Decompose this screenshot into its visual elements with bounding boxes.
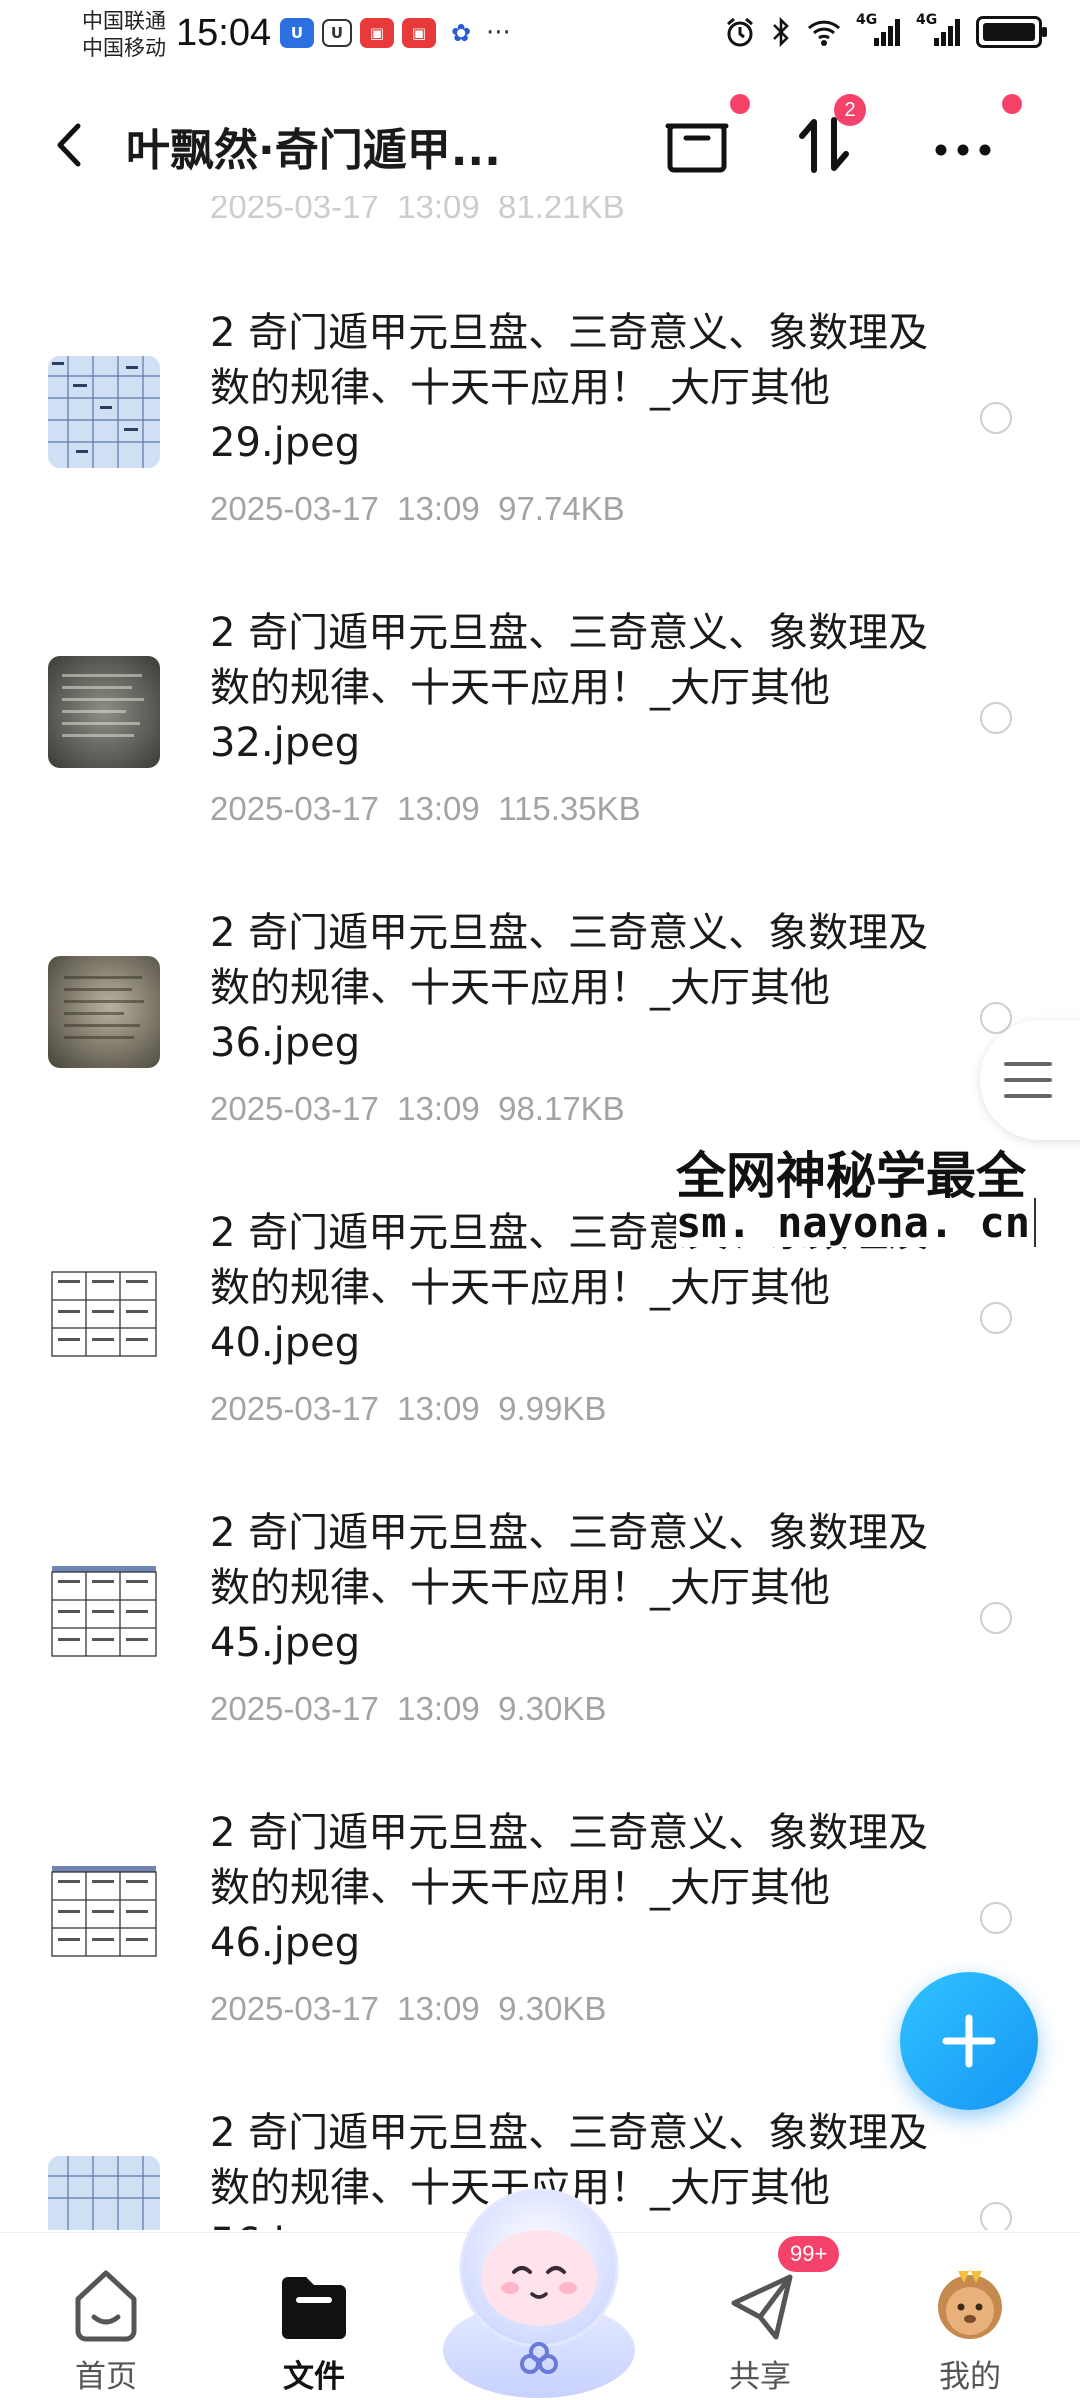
more-options-button[interactable] (926, 94, 1022, 182)
file-name: 2 奇门遁甲元旦盘、三奇意义、象数理及数的规律、十天干应用！_大厅其他29.jp… (210, 310, 929, 466)
select-radio[interactable] (980, 1302, 1012, 1334)
transfer-button[interactable]: 2 (788, 94, 866, 182)
menu-lines-icon (1004, 1062, 1052, 1098)
wifi-icon (807, 20, 841, 46)
baidu-icon: ✿ (444, 18, 478, 48)
file-list-item[interactable]: 2 奇门遁甲元旦盘、三奇意义、象数理及数的规律、十天干应用！_大厅其他40.jp… (0, 1206, 1080, 1506)
image-thumbnail-icon (48, 956, 160, 1068)
huawei-icon: ▣ (360, 18, 394, 48)
select-radio[interactable] (980, 702, 1012, 734)
partial-file-meta: 2025-03-17 13:09 81.21KB (210, 196, 625, 225)
folder-icon (282, 2277, 346, 2339)
carrier-1: 中国联通 (82, 9, 166, 33)
system-icons: 4G 4G (724, 12, 1047, 48)
select-radio[interactable] (980, 2202, 1012, 2230)
notification-icons: U U ▣ ▣ ✿ ··· (280, 18, 511, 48)
nav-profile[interactable]: 我的 (900, 2259, 1040, 2395)
nav-share[interactable]: 共享 (690, 2259, 830, 2395)
more-notifications-icon: ··· (486, 18, 511, 48)
file-name: 2 奇门遁甲元旦盘、三奇意义、象数理及数的规律、十天干应用！_大厅其他45.jp… (210, 1510, 929, 1666)
alarm-icon (727, 17, 753, 47)
watermark-url: sm. nayona. cn (676, 1198, 1037, 1247)
add-fab-button[interactable] (900, 1972, 1038, 2110)
image-thumbnail-icon (48, 656, 160, 768)
archive-box-icon (665, 123, 729, 173)
file-name: 2 奇门遁甲元旦盘、三奇意义、象数理及数的规律、十天干应用！_大厅其他46.jp… (210, 1810, 929, 1966)
nav-label-home: 首页 (75, 2359, 137, 2395)
signal-icon-1: 4G (856, 12, 902, 48)
file-list-item[interactable]: 2 奇门遁甲元旦盘、三奇意义、象数理及数的规律、十天干应用！_大厅其他45.jp… (0, 1506, 1080, 1806)
file-meta: 2025-03-17 13:09 9.30KB (210, 1990, 607, 2027)
nav-label-files: 文件 (283, 2359, 345, 2395)
profile-avatar-icon (938, 2269, 1002, 2339)
back-button[interactable] (48, 120, 92, 170)
file-thumbnail (48, 356, 160, 468)
file-thumbnail (48, 2156, 160, 2230)
more-red-dot (1002, 94, 1022, 114)
select-radio[interactable] (980, 402, 1012, 434)
plus-icon (942, 2014, 996, 2068)
file-meta: 2025-03-17 13:09 115.35KB (210, 790, 641, 827)
folder-title: 叶飘然·奇门遁甲... (126, 125, 501, 176)
nav-label-share: 共享 (729, 2359, 791, 2395)
signal-icon-2: 4G (916, 12, 962, 48)
assistant-mascot-button[interactable] (432, 2172, 646, 2400)
image-thumbnail-icon (48, 1556, 160, 1668)
status-clock: 15:04 (176, 12, 272, 54)
file-meta: 2025-03-17 13:09 9.99KB (210, 1390, 607, 1427)
file-meta: 2025-03-17 13:09 97.74KB (210, 490, 625, 527)
nav-files[interactable]: 文件 (244, 2259, 384, 2395)
file-meta: 2025-03-17 13:09 9.30KB (210, 1690, 607, 1727)
archive-red-dot (730, 94, 750, 114)
image-thumbnail-icon (48, 1856, 160, 1968)
archive-button[interactable] (660, 94, 750, 182)
chevron-left-icon (57, 123, 81, 167)
more-horizontal-icon (935, 144, 991, 156)
select-radio[interactable] (980, 1902, 1012, 1934)
file-thumbnail (48, 1856, 160, 1968)
nav-home[interactable]: 首页 (36, 2259, 176, 2395)
mascot-icon (443, 2188, 635, 2398)
u-app-icon: U (280, 18, 314, 48)
transfer-count-badge: 2 (834, 94, 866, 126)
battery-icon (976, 16, 1047, 48)
file-meta: 2025-03-17 13:09 98.17KB (210, 1090, 625, 1127)
huawei-icon: ▣ (402, 18, 436, 48)
image-thumbnail-icon (48, 1256, 160, 1368)
image-thumbnail-icon (48, 356, 160, 468)
carrier-info: 中国联通 中国移动 (82, 8, 166, 62)
image-thumbnail-icon (48, 2156, 160, 2230)
u-app-icon: U (322, 19, 352, 47)
status-bar: 中国联通 中国移动 15:04 U U ▣ ▣ ✿ ··· 4G 4G (0, 0, 1080, 72)
top-app-bar: 叶飘然·奇门遁甲... 2 (0, 94, 1080, 190)
bluetooth-icon (773, 16, 789, 48)
file-name: 2 奇门遁甲元旦盘、三奇意义、象数理及数的规律、十天干应用！_大厅其他36.jp… (210, 910, 929, 1066)
file-thumbnail (48, 956, 160, 1068)
nav-label-profile: 我的 (939, 2359, 1001, 2395)
file-list-item[interactable]: 2 奇门遁甲元旦盘、三奇意义、象数理及数的规律、十天干应用！_大厅其他32.jp… (0, 606, 1080, 906)
home-icon (75, 2270, 137, 2342)
file-name: 2 奇门遁甲元旦盘、三奇意义、象数理及数的规律、十天干应用！_大厅其他32.jp… (210, 610, 929, 766)
share-count-badge: 99+ (778, 2236, 840, 2272)
file-thumbnail (48, 1556, 160, 1668)
file-list-item[interactable]: 2 奇门遁甲元旦盘、三奇意义、象数理及数的规律、十天干应用！_大厅其他29.jp… (0, 306, 1080, 606)
select-radio[interactable] (980, 1602, 1012, 1634)
carrier-2: 中国移动 (82, 36, 166, 60)
file-thumbnail (48, 1256, 160, 1368)
file-thumbnail (48, 656, 160, 768)
